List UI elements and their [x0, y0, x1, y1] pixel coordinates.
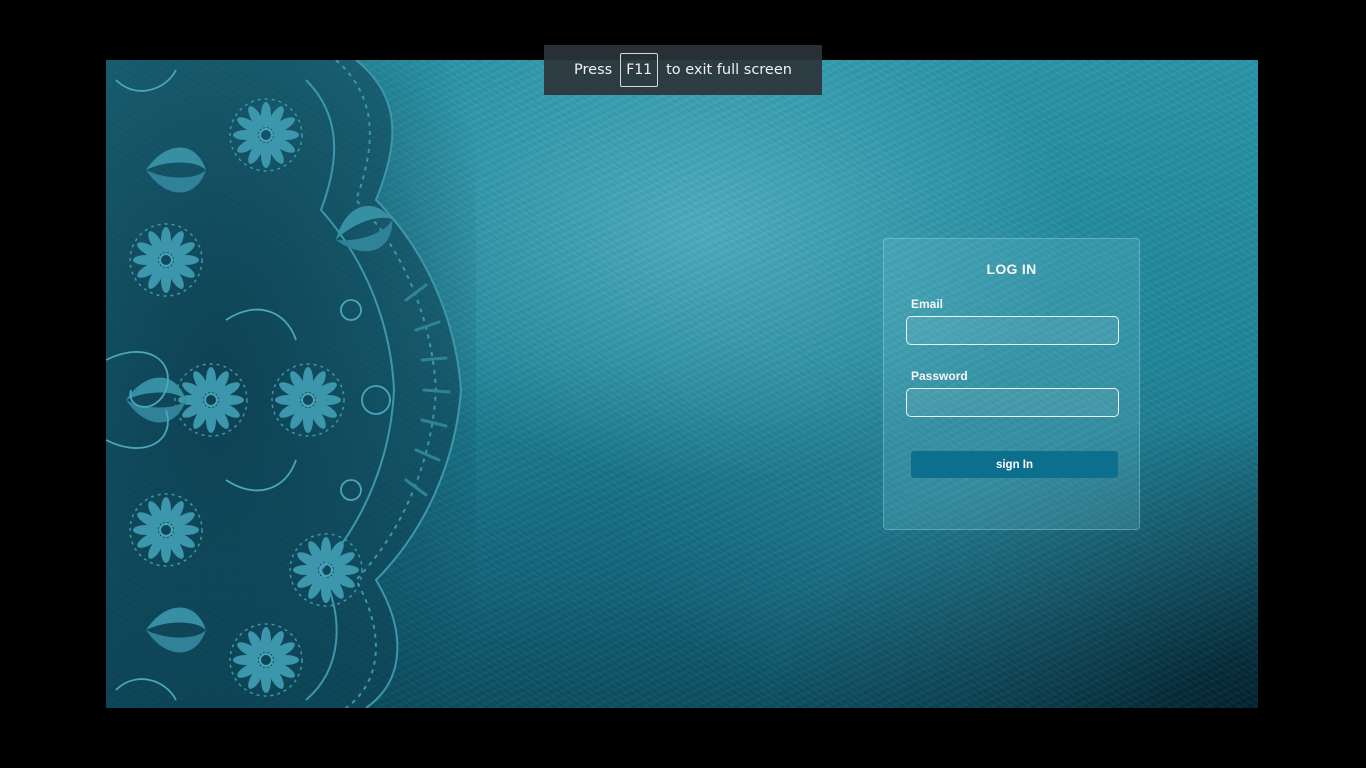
fullscreen-exit-banner: Press F11 to exit full screen: [544, 45, 822, 95]
sign-in-button[interactable]: sign In: [911, 451, 1118, 478]
login-title: LOG IN: [986, 261, 1037, 277]
login-card: LOG IN Email Password sign In: [883, 238, 1140, 530]
banner-exit-text: to exit full screen: [666, 62, 792, 78]
password-field[interactable]: [906, 388, 1119, 417]
fullscreen-viewport: Press F11 to exit full screen LOG IN Ema…: [0, 0, 1366, 768]
banner-press-text: Press: [574, 62, 613, 78]
password-label: Password: [911, 369, 968, 383]
email-label: Email: [911, 297, 944, 311]
email-field[interactable]: [906, 316, 1119, 345]
mandala-ornament-icon: [106, 60, 476, 708]
f11-key-badge: F11: [620, 53, 659, 87]
